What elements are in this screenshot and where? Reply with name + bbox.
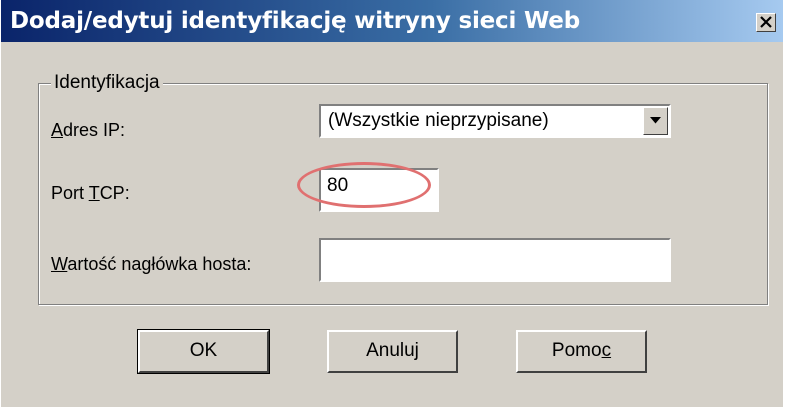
identification-legend: Identyfikacja [51, 72, 163, 94]
ip-address-value: (Wszystkie nieprzypisane) [328, 110, 549, 131]
close-icon [760, 16, 772, 28]
tcp-port-input[interactable]: 80 [319, 168, 439, 212]
tcp-port-value: 80 [327, 175, 349, 196]
host-header-label: Wartość nagłówka hosta: [51, 254, 252, 274]
help-button[interactable]: Pomoc [516, 330, 647, 373]
cancel-button[interactable]: Anuluj [327, 330, 458, 373]
close-button[interactable] [756, 13, 776, 32]
ip-address-dropdown-button[interactable] [643, 107, 668, 135]
dialog-window: Dodaj/edytuj identyfikację witryny sieci… [0, 0, 783, 407]
tcp-port-label: Port TCP: [51, 183, 130, 203]
ip-address-select[interactable]: (Wszystkie nieprzypisane) [319, 104, 671, 138]
ok-button[interactable]: OK [137, 329, 270, 374]
chevron-down-icon [650, 117, 661, 124]
host-header-input[interactable] [319, 238, 671, 282]
ip-address-label: Adres IP: [51, 120, 126, 140]
title-bar: Dodaj/edytuj identyfikację witryny sieci… [1, 0, 783, 42]
dialog-title: Dodaj/edytuj identyfikację witryny sieci… [10, 8, 580, 34]
